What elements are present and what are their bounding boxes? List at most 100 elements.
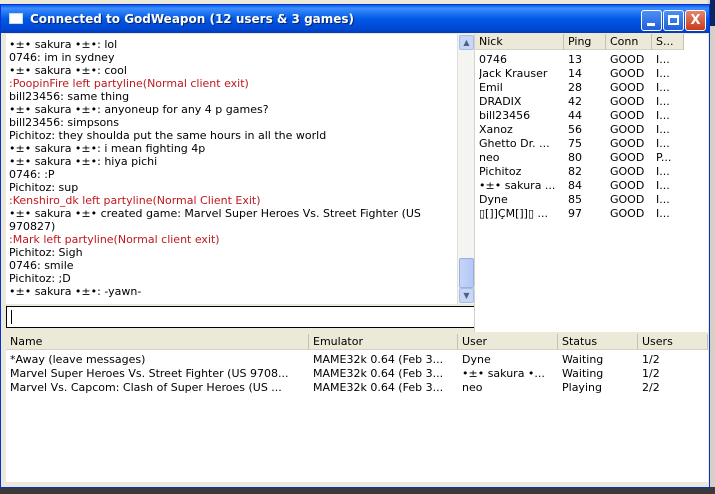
- text-caret: [11, 310, 12, 324]
- table-cell: Dyne: [479, 193, 508, 206]
- table-row[interactable]: Xanoz 56 GOOD I...: [475, 123, 708, 137]
- chat-message: •±• sakura •±•: hiya pichi: [9, 155, 158, 168]
- table-row[interactable]: bill23456 44 GOOD I...: [475, 109, 708, 123]
- table-row[interactable]: •±• sakura ... 84 GOOD I...: [475, 179, 708, 193]
- table-cell: 28: [568, 81, 582, 94]
- chat-message: Pichitoz: Sigh: [9, 246, 83, 259]
- table-cell: Waiting: [562, 353, 604, 366]
- table-cell: Emil: [479, 81, 503, 94]
- column-header-users[interactable]: Users: [638, 334, 708, 350]
- table-row[interactable]: Pichitoz 82 GOOD I...: [475, 165, 708, 179]
- chat-message: •±• sakura •±•: -yawn-: [9, 285, 142, 298]
- column-header-ping[interactable]: Ping: [564, 34, 606, 50]
- table-cell: bill23456: [479, 109, 531, 122]
- table-row[interactable]: Jack Krauser 14 GOOD I...: [475, 67, 708, 81]
- chat-message: bill23456: simpsons: [9, 116, 119, 129]
- chat-message-input[interactable]: [6, 306, 475, 328]
- taskbar-edge: [0, 487, 715, 494]
- table-cell: Pichitoz: [479, 165, 522, 178]
- table-cell: GOOD: [610, 207, 645, 220]
- maximize-button[interactable]: [663, 10, 684, 31]
- table-cell: I...: [656, 53, 670, 66]
- table-cell: I...: [656, 95, 670, 108]
- chat-message: Pichitoz: sup: [9, 181, 79, 194]
- chat-scrollbar[interactable]: ▲ ▼: [457, 34, 474, 304]
- system-message: :Kenshiro_dk left partyline(Normal Clien…: [9, 194, 261, 207]
- table-cell: 14: [568, 67, 582, 80]
- table-cell: Dyne: [462, 353, 491, 366]
- table-cell: GOOD: [610, 137, 645, 150]
- table-cell: I...: [656, 165, 670, 178]
- chat-message: 970827): [9, 220, 56, 233]
- table-cell: 1/2: [642, 353, 660, 366]
- table-cell: Waiting: [562, 367, 604, 380]
- table-cell: I...: [656, 193, 670, 206]
- table-row[interactable]: Dyne 85 GOOD I...: [475, 193, 708, 207]
- table-row[interactable]: neo 80 GOOD P...: [475, 151, 708, 165]
- table-cell: 97: [568, 207, 582, 220]
- table-cell: I...: [656, 137, 670, 150]
- scroll-down-arrow-icon[interactable]: ▼: [459, 288, 474, 303]
- table-cell: GOOD: [610, 151, 645, 164]
- title-bar[interactable]: Connected to GodWeapon (12 users & 3 gam…: [1, 5, 709, 33]
- chat-message: •±• sakura •±•: cool: [9, 64, 127, 77]
- table-cell: neo: [479, 151, 500, 164]
- window-title: Connected to GodWeapon (12 users & 3 gam…: [30, 12, 355, 26]
- chat-message: 0746: im in sydney: [9, 51, 115, 64]
- table-cell: Ghetto Dr. ...: [479, 137, 550, 150]
- table-row[interactable]: DRADIX 42 GOOD I...: [475, 95, 708, 109]
- table-row[interactable]: Marvel Vs. Capcom: Clash of Super Heroes…: [6, 381, 708, 395]
- column-header-emulator[interactable]: Emulator: [309, 334, 458, 350]
- table-cell: *Away (leave messages): [10, 353, 146, 366]
- chat-message: •±• sakura •±•: anyoneup for any 4 p gam…: [9, 103, 269, 116]
- close-button[interactable]: X: [685, 10, 706, 31]
- table-row[interactable]: ▯[]]ÇM[]]▯ ... 97 GOOD I...: [475, 207, 708, 221]
- table-cell: GOOD: [610, 179, 645, 192]
- table-cell: neo: [462, 381, 483, 394]
- table-row[interactable]: 0746 13 GOOD I...: [475, 53, 708, 67]
- table-cell: •±• sakura ...: [479, 179, 556, 192]
- column-header-user[interactable]: User: [458, 334, 558, 350]
- table-cell: I...: [656, 123, 670, 136]
- minimize-button[interactable]: [641, 10, 662, 31]
- chat-log[interactable]: •±• sakura •±•: lol 0746: im in sydney •±•…: [6, 34, 457, 304]
- table-cell: MAME32k 0.64 (Feb 3...: [313, 367, 444, 380]
- table-cell: 44: [568, 109, 582, 122]
- chat-message: 0746: smile: [9, 259, 74, 272]
- table-cell: 80: [568, 151, 582, 164]
- table-cell: Marvel Vs. Capcom: Clash of Super Heroes…: [10, 381, 282, 394]
- table-row[interactable]: *Away (leave messages) MAME32k 0.64 (Feb …: [6, 353, 708, 367]
- column-header-conn[interactable]: Conn: [606, 34, 652, 50]
- table-cell: Xanoz: [479, 123, 513, 136]
- scroll-up-arrow-icon[interactable]: ▲: [459, 35, 474, 50]
- table-cell: P...: [656, 151, 672, 164]
- table-cell: 13: [568, 53, 582, 66]
- chat-message: •±• sakura •±• created game: Marvel Supe…: [9, 207, 421, 220]
- table-cell: GOOD: [610, 193, 645, 206]
- close-icon: X: [690, 13, 701, 28]
- table-cell: 82: [568, 165, 582, 178]
- game-list[interactable]: Name Emulator User Status Users *Away (leave …: [6, 334, 708, 482]
- table-cell: I...: [656, 207, 670, 220]
- table-cell: DRADIX: [479, 95, 522, 108]
- table-cell: Marvel Super Heroes Vs. Street Fighter (…: [10, 367, 289, 380]
- column-header-status[interactable]: Status: [558, 334, 638, 350]
- scroll-thumb[interactable]: [459, 258, 474, 288]
- table-cell: 0746: [479, 53, 507, 66]
- table-row[interactable]: Marvel Super Heroes Vs. Street Fighter (…: [6, 367, 708, 381]
- table-cell: MAME32k 0.64 (Feb 3...: [313, 353, 444, 366]
- window-icon: [9, 13, 23, 24]
- table-row[interactable]: Emil 28 GOOD I...: [475, 81, 708, 95]
- table-cell: GOOD: [610, 95, 645, 108]
- table-cell: 75: [568, 137, 582, 150]
- maximize-icon: [668, 15, 679, 25]
- column-header-s[interactable]: S...: [652, 34, 684, 50]
- column-header-nick[interactable]: Nick: [475, 34, 564, 50]
- column-header-name[interactable]: Name: [6, 334, 309, 350]
- chat-message: •±• sakura •±•: lol: [9, 38, 118, 51]
- table-row[interactable]: Ghetto Dr. ... 75 GOOD I...: [475, 137, 708, 151]
- table-cell: 84: [568, 179, 582, 192]
- user-list[interactable]: Nick Ping Conn S... 0746 13 GOOD I... Jack Kraus…: [475, 34, 708, 332]
- table-cell: MAME32k 0.64 (Feb 3...: [313, 381, 444, 394]
- table-cell: 56: [568, 123, 582, 136]
